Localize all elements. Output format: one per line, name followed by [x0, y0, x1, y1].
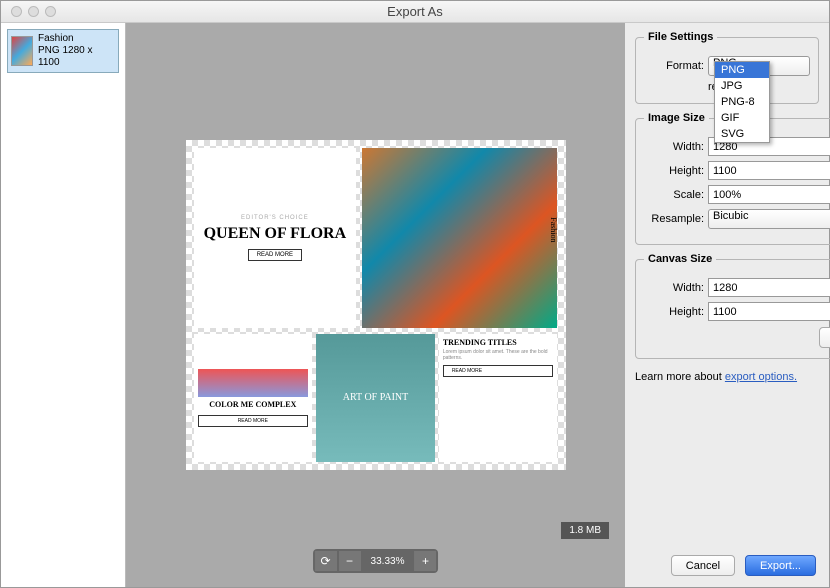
- format-option-svg[interactable]: SVG: [715, 126, 769, 142]
- refresh-icon[interactable]: ⟳: [315, 551, 337, 571]
- settings-panel: File Settings Format: PNG rency PNG JPG …: [625, 23, 829, 587]
- file-settings-legend: File Settings: [644, 31, 717, 43]
- height-label: Height:: [644, 165, 704, 177]
- height-input[interactable]: [708, 161, 830, 180]
- zoom-out-button[interactable]: −: [339, 551, 361, 571]
- canvas-height-input[interactable]: [708, 302, 830, 321]
- image-size-legend: Image Size: [644, 112, 709, 124]
- format-option-png[interactable]: PNG: [715, 62, 769, 78]
- side-label: Fashion: [549, 217, 558, 242]
- thumbnail-name: Fashion: [38, 33, 115, 45]
- window-title: Export As: [1, 4, 829, 19]
- format-option-jpg[interactable]: JPG: [715, 78, 769, 94]
- width-label: Width:: [644, 141, 704, 153]
- thumbnail-item[interactable]: Fashion PNG 1280 x 1100: [7, 29, 119, 73]
- canvas-width-label: Width:: [644, 282, 704, 294]
- format-option-gif[interactable]: GIF: [715, 110, 769, 126]
- canvas-width-input[interactable]: [708, 278, 830, 297]
- trending-block: TRENDING TITLES Lorem ipsum dolor sit am…: [439, 334, 558, 462]
- scale-label: Scale:: [644, 189, 704, 201]
- learn-more-text: Learn more about export options.: [635, 371, 819, 383]
- zoom-in-button[interactable]: +: [414, 551, 436, 571]
- reset-button[interactable]: Reset: [819, 327, 830, 348]
- resample-label: Resample:: [644, 213, 704, 225]
- magazine-hero-image: Fashion: [362, 148, 557, 328]
- scale-input[interactable]: [708, 185, 830, 204]
- color-complex-block: COLOR ME COMPLEX READ MORE: [194, 334, 313, 462]
- export-options-link[interactable]: export options.: [725, 371, 797, 383]
- thumbnail-panel: Fashion PNG 1280 x 1100: [1, 23, 126, 587]
- magazine-headline-block: EDITOR'S CHOICE QUEEN OF FLORA READ MORE: [194, 148, 357, 328]
- file-settings-group: File Settings Format: PNG rency PNG JPG …: [635, 31, 819, 104]
- preview-canvas[interactable]: EDITOR'S CHOICE QUEEN OF FLORA READ MORE…: [186, 140, 566, 470]
- headline-text: QUEEN OF FLORA: [204, 225, 347, 243]
- main-area: Fashion PNG 1280 x 1100 EDITOR'S CHOICE …: [1, 23, 829, 587]
- file-size-badge: 1.8 MB: [561, 522, 609, 539]
- thumbnail-text: Fashion PNG 1280 x 1100: [38, 33, 115, 69]
- read-more-button: READ MORE: [248, 249, 302, 261]
- format-label: Format:: [644, 60, 704, 72]
- titlebar: Export As: [1, 1, 829, 23]
- cancel-button[interactable]: Cancel: [671, 555, 735, 576]
- thumbnail-dimensions: PNG 1280 x 1100: [38, 45, 115, 69]
- resample-select[interactable]: Bicubic: [708, 209, 830, 229]
- editor-choice-label: EDITOR'S CHOICE: [241, 215, 309, 221]
- art-paint-block: ART OF PAINT: [316, 334, 435, 462]
- canvas-size-group: Canvas Size Width: px Height: px Reset: [635, 253, 830, 359]
- export-button[interactable]: Export...: [745, 555, 816, 576]
- format-option-png8[interactable]: PNG-8: [715, 94, 769, 110]
- canvas-size-legend: Canvas Size: [644, 253, 716, 265]
- zoom-value: 33.33%: [363, 556, 413, 567]
- thumbnail-preview-icon: [11, 36, 33, 66]
- export-dialog: Export As Fashion PNG 1280 x 1100 EDITOR…: [0, 0, 830, 588]
- zoom-controls: ⟳ − 33.33% +: [313, 549, 439, 573]
- canvas-height-label: Height:: [644, 306, 704, 318]
- format-dropdown-open: PNG JPG PNG-8 GIF SVG: [714, 61, 770, 143]
- preview-area: EDITOR'S CHOICE QUEEN OF FLORA READ MORE…: [126, 23, 625, 587]
